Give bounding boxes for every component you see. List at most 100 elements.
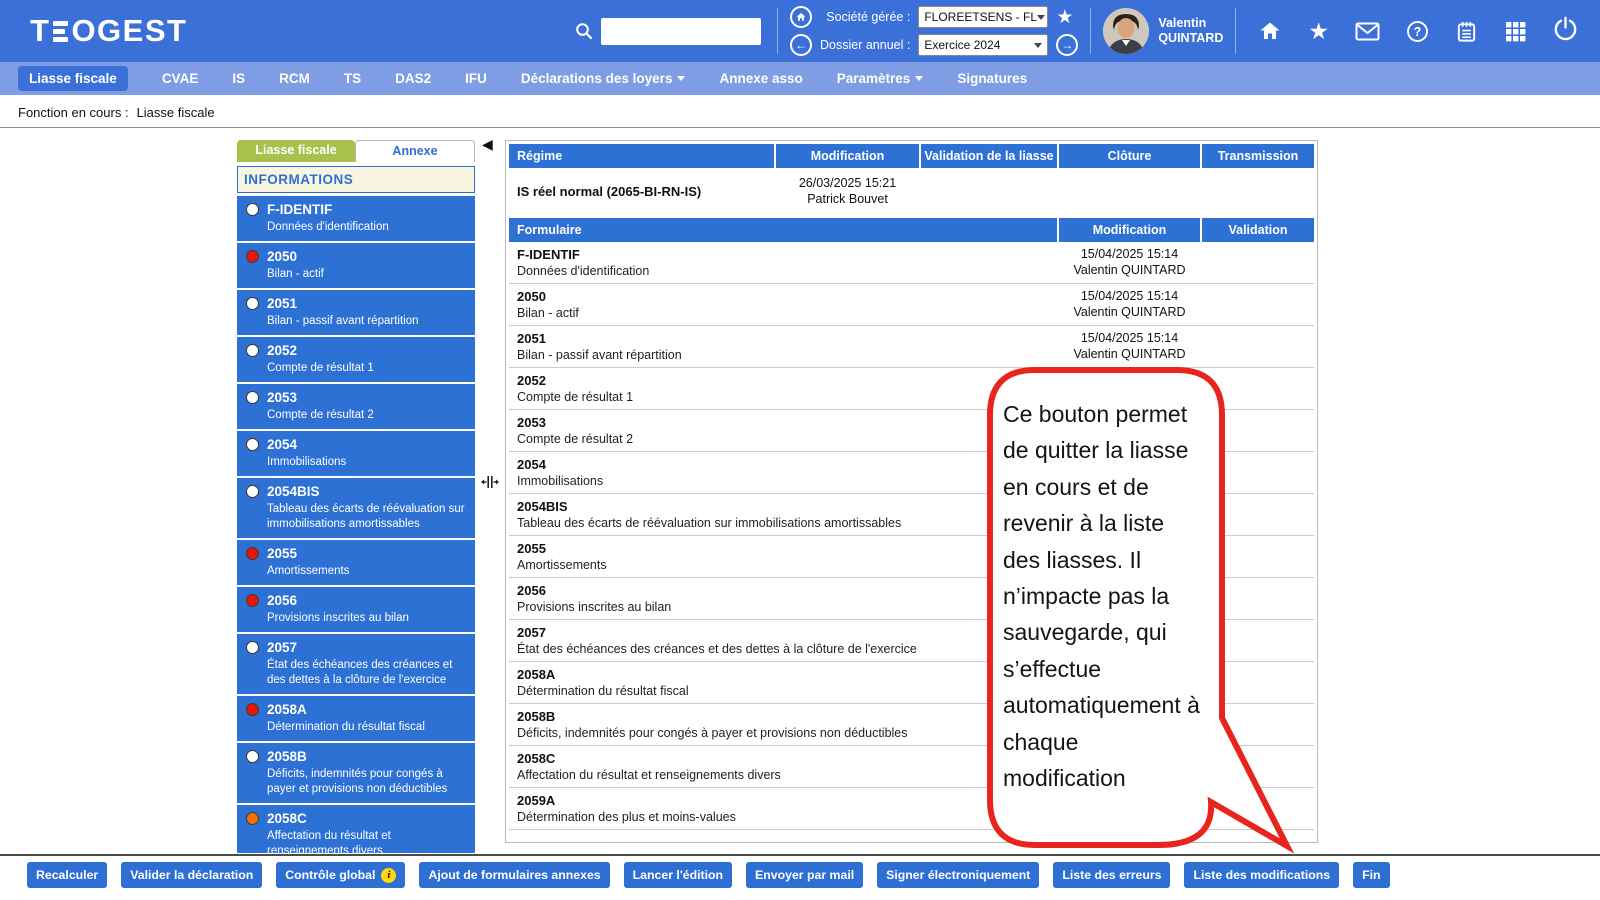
dossier-select[interactable]: Exercice 2024 bbox=[918, 34, 1049, 56]
mail-icon[interactable] bbox=[1355, 22, 1380, 41]
nav-item-das2[interactable]: DAS2 bbox=[395, 71, 431, 86]
forms-sidebar: Liasse fiscale Annexe INFORMATIONS F-IDE… bbox=[237, 140, 475, 853]
sidebar-item-label: Provisions inscrites au bilan bbox=[267, 612, 409, 624]
form-cell-name: F-IDENTIF Données d'identification bbox=[509, 242, 1057, 283]
nav-item-annexe-asso[interactable]: Annexe asso bbox=[719, 71, 802, 86]
sidebar-item-2051[interactable]: 2051 Bilan - passif avant répartition bbox=[237, 290, 475, 337]
regime-header-cell: Modification bbox=[776, 144, 919, 168]
nav-item-signatures[interactable]: Signatures bbox=[957, 71, 1027, 86]
form-cell-name: 2053 Compte de résultat 2 bbox=[509, 410, 1057, 451]
fin-button[interactable]: Fin bbox=[1353, 862, 1390, 888]
signer-lectroniquement-button[interactable]: Signer électroniquement bbox=[877, 862, 1040, 888]
collapse-sidebar-icon[interactable]: ◀ bbox=[482, 136, 493, 153]
valider-la-d-claration-button[interactable]: Valider la déclaration bbox=[121, 862, 263, 888]
table-row-f-identif[interactable]: F-IDENTIF Données d'identification 15/04/2… bbox=[509, 242, 1314, 284]
sidebar-item-2057[interactable]: 2057 État des échéances des créances et d… bbox=[237, 634, 475, 696]
liste-des-erreurs-button[interactable]: Liste des erreurs bbox=[1053, 862, 1171, 888]
recalculer-button[interactable]: Recalculer bbox=[27, 862, 108, 888]
sidebar-item-2058c[interactable]: 2058C Affectation du résultat et renseign… bbox=[237, 805, 475, 853]
form-label: Déficits, indemnités pour congés à payer… bbox=[517, 726, 908, 740]
nav-item-param-tres[interactable]: Paramètres bbox=[837, 71, 924, 86]
sidebar-item-2055[interactable]: 2055 Amortissements bbox=[237, 540, 475, 587]
table-row-2050[interactable]: 2050 Bilan - actif 15/04/2025 15:14 Valenti… bbox=[509, 284, 1314, 326]
sidebar-item-2053[interactable]: 2053 Compte de résultat 2 bbox=[237, 384, 475, 431]
sidebar-item-label: Détermination du résultat fiscal bbox=[267, 721, 425, 733]
teogest-app: T OGEST Société gérée : FLOREETSENS - FL … bbox=[0, 0, 1600, 900]
form-code: 2058C bbox=[517, 751, 556, 766]
nav-item-ts[interactable]: TS bbox=[344, 71, 361, 86]
sidebar-item-2054bis[interactable]: 2054BIS Tableau des écarts de réévaluatio… bbox=[237, 478, 475, 540]
status-dot-white bbox=[246, 641, 259, 654]
status-dot-white bbox=[246, 485, 259, 498]
avatar[interactable] bbox=[1103, 8, 1150, 54]
sidebar-item-2054[interactable]: 2054 Immobilisations bbox=[237, 431, 475, 478]
nav-item-cvae[interactable]: CVAE bbox=[162, 71, 199, 86]
nav-item-label: RCM bbox=[279, 71, 310, 86]
apps-grid-icon[interactable] bbox=[1504, 20, 1527, 43]
sidebar-item-2052[interactable]: 2052 Compte de résultat 1 bbox=[237, 337, 475, 384]
form-cell-name: 2054BIS Tableau des écarts de réévaluatio… bbox=[509, 494, 1057, 535]
liste-des-modifications-button[interactable]: Liste des modifications bbox=[1184, 862, 1340, 888]
notes-icon[interactable] bbox=[1455, 20, 1478, 43]
societe-select[interactable]: FLOREETSENS - FL bbox=[918, 6, 1049, 28]
nav-item-label: TS bbox=[343, 71, 362, 86]
form-cell-name: 2055 Amortissements bbox=[509, 536, 1057, 577]
lancer-l-dition-button[interactable]: Lancer l'édition bbox=[623, 862, 733, 888]
sidebar-item-f-identif[interactable]: F-IDENTIF Données d'identification bbox=[237, 196, 475, 243]
form-code: 2055 bbox=[517, 541, 546, 556]
forward-circle-icon[interactable]: → bbox=[1056, 34, 1079, 56]
nav-item-ifu[interactable]: IFU bbox=[465, 71, 487, 86]
status-dot-white bbox=[246, 391, 259, 404]
nav-item-label: Signatures bbox=[957, 71, 1028, 86]
sidebar-item-code: 2058C bbox=[267, 811, 307, 826]
nav-item-liasse-fiscale[interactable]: Liasse fiscale bbox=[18, 66, 128, 91]
sidebar-item-code: 2054BIS bbox=[267, 484, 320, 499]
back-circle-icon[interactable]: ← bbox=[790, 34, 812, 56]
status-dot-red bbox=[246, 250, 259, 263]
home-icon[interactable] bbox=[1258, 19, 1282, 43]
search-input[interactable] bbox=[601, 17, 761, 45]
ajout-de-formulaires-annexes-button[interactable]: Ajout de formulaires annexes bbox=[419, 862, 610, 888]
power-icon[interactable] bbox=[1553, 16, 1578, 46]
form-label: Immobilisations bbox=[517, 474, 604, 488]
societe-label: Société gérée : bbox=[826, 10, 911, 24]
form-label: Bilan - passif avant répartition bbox=[517, 348, 682, 362]
toolbar-button-label: Envoyer par mail bbox=[755, 868, 855, 882]
envoyer-par-mail-button[interactable]: Envoyer par mail bbox=[746, 862, 864, 888]
form-cell-name: 2052 Compte de résultat 1 bbox=[509, 368, 1057, 409]
status-dot-white bbox=[246, 438, 259, 451]
sidebar-item-code: 2058A bbox=[267, 702, 307, 717]
sidebar-item-text: 2054BIS Tableau des écarts de réévaluatio… bbox=[267, 483, 469, 532]
favorite-star-icon[interactable]: ★ bbox=[1056, 8, 1078, 27]
sidebar-item-2058a[interactable]: 2058A Détermination du résultat fiscal bbox=[237, 696, 475, 743]
home-circle-icon[interactable] bbox=[790, 6, 812, 28]
sidebar-item-2050[interactable]: 2050 Bilan - actif bbox=[237, 243, 475, 290]
tab-annexe[interactable]: Annexe bbox=[355, 140, 475, 162]
nav-item-d-clarations-des-loyers[interactable]: Déclarations des loyers bbox=[521, 71, 686, 86]
chevron-down-icon bbox=[677, 76, 686, 81]
svg-text:?: ? bbox=[1414, 25, 1422, 39]
sidebar-item-2058b[interactable]: 2058B Déficits, indemnités pour congés à … bbox=[237, 743, 475, 805]
sidebar-item-2056[interactable]: 2056 Provisions inscrites au bilan bbox=[237, 587, 475, 634]
nav-item-is[interactable]: IS bbox=[232, 71, 245, 86]
star-icon[interactable]: ★ bbox=[1308, 18, 1329, 45]
form-header-cell: Modification bbox=[1059, 218, 1200, 242]
sidebar-item-text: F-IDENTIF Données d'identification bbox=[267, 201, 389, 235]
nav-item-label: Paramètres bbox=[836, 71, 911, 86]
sidebar-item-label: Bilan - actif bbox=[267, 268, 324, 280]
form-cell-name: 2054 Immobilisations bbox=[509, 452, 1057, 493]
nav-item-rcm[interactable]: RCM bbox=[279, 71, 310, 86]
chevron-down-icon bbox=[915, 76, 924, 81]
status-dot-red bbox=[246, 594, 259, 607]
help-icon[interactable]: ? bbox=[1406, 20, 1429, 43]
status-dot-red bbox=[246, 547, 259, 560]
splitter-resize-icon[interactable] bbox=[481, 475, 499, 494]
form-code: 2051 bbox=[517, 331, 546, 346]
tab-liasse-fiscale[interactable]: Liasse fiscale bbox=[237, 140, 355, 162]
header-icon-row: ★ ? bbox=[1258, 18, 1527, 45]
sidebar-item-code: 2058B bbox=[267, 749, 307, 764]
contr-le-global-button[interactable]: Contrôle global i bbox=[276, 862, 406, 888]
form-cell-name: 2058B Déficits, indemnités pour congés à … bbox=[509, 704, 1057, 745]
logo-e-glyph bbox=[53, 20, 69, 42]
toolbar-button-label: Contrôle global bbox=[285, 868, 376, 882]
